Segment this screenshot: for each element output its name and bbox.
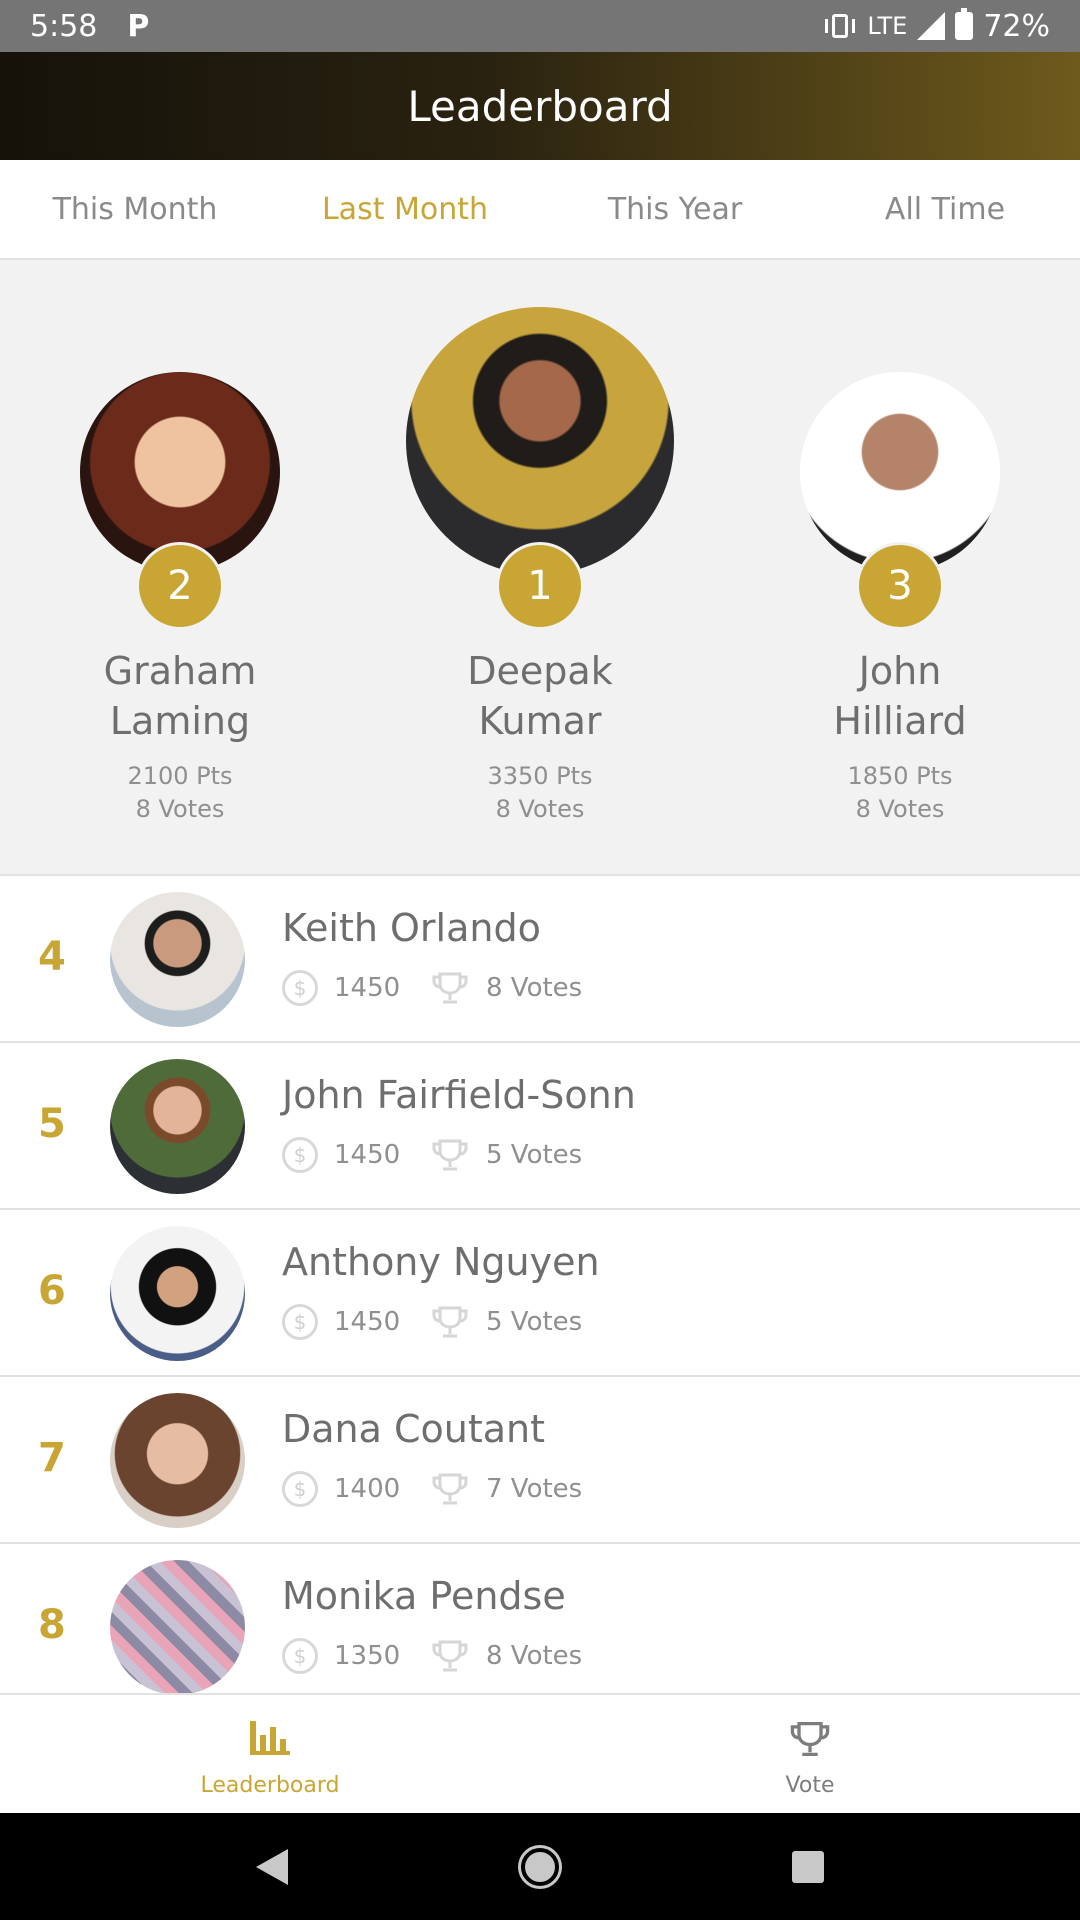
points-value: 1450 [334,1140,401,1170]
list-item[interactable]: 7 Dana Coutant $ 1400 7 Votes [0,1377,1080,1544]
rank-number: 5 [38,1101,66,1147]
recent-apps-icon[interactable] [791,1850,824,1883]
tab-this-month[interactable]: This Month [0,192,270,227]
app-header: Leaderboard [0,52,1080,160]
battery-percent: 72% [983,8,1050,44]
home-icon[interactable] [520,1847,559,1886]
system-nav-bar [0,1813,1080,1920]
avatar[interactable] [110,1226,245,1361]
votes-text: 8 Votes [135,795,225,823]
rank-badge: 3 [856,542,944,630]
user-stats: $ 1400 7 Votes [282,1469,582,1509]
tab-all-time[interactable]: All Time [810,192,1080,227]
points-text: 1850 Pts [847,762,953,790]
rank-number: 6 [38,1268,66,1314]
podium-name: Graham Laming [0,646,360,746]
user-stats: $ 1450 5 Votes [282,1302,582,1342]
page-title: Leaderboard [407,81,673,131]
trophy-icon [790,1721,830,1757]
avatar[interactable] [110,892,245,1027]
votes-text: 8 Votes [855,795,945,823]
user-stats: $ 1450 8 Votes [282,968,582,1008]
network-type: LTE [867,12,908,40]
points-value: 1450 [334,1307,401,1337]
user-stats: $ 1450 5 Votes [282,1135,582,1175]
nav-vote[interactable]: Vote [540,1695,1080,1813]
bottom-nav: Leaderboard Vote [0,1693,1080,1813]
rank-number: 4 [38,934,66,980]
period-tabs: This Month Last Month This Year All Time [0,160,1080,260]
trophy-icon [432,972,468,1004]
leaderboard-list: 4 Keith Orlando $ 1450 8 Votes 5 John Fa… [0,876,1080,1711]
nav-leaderboard[interactable]: Leaderboard [0,1695,540,1813]
avatar[interactable] [110,1393,245,1528]
tab-this-year[interactable]: This Year [540,192,810,227]
rank-badge: 1 [496,542,584,630]
coin-icon: $ [282,1137,318,1173]
user-name: Monika Pendse [282,1574,566,1618]
trophy-icon [432,1473,468,1505]
vibrate-icon [823,12,857,40]
user-name: John Fairfield-Sonn [282,1073,636,1117]
tab-last-month[interactable]: Last Month [270,192,540,227]
list-item[interactable]: 8 Monika Pendse $ 1350 8 Votes [0,1544,1080,1711]
votes-value: 5 Votes [486,1140,583,1170]
trophy-icon [432,1640,468,1672]
rank-number: 8 [38,1602,66,1648]
parking-icon: P [127,8,150,44]
list-item[interactable]: 5 John Fairfield-Sonn $ 1450 5 Votes [0,1043,1080,1210]
podium-name: John Hilliard [720,646,1080,746]
status-bar: 5:58 P LTE 72% [0,0,1080,52]
points-value: 1450 [334,973,401,1003]
votes-value: 8 Votes [486,973,583,1003]
list-item[interactable]: 6 Anthony Nguyen $ 1450 5 Votes [0,1210,1080,1377]
user-stats: $ 1350 8 Votes [282,1636,582,1676]
signal-icon [917,12,946,40]
user-name: Dana Coutant [282,1407,546,1451]
back-icon[interactable] [256,1848,289,1885]
last-name: Laming [109,699,251,743]
bar-chart-icon [250,1721,290,1755]
avatar[interactable] [110,1059,245,1194]
first-name: Graham [103,649,257,693]
trophy-icon [432,1139,468,1171]
coin-icon: $ [282,970,318,1006]
points-text: 3350 Pts [487,762,593,790]
avatar[interactable] [110,1560,245,1695]
status-time: 5:58 [30,8,98,44]
votes-value: 8 Votes [486,1641,583,1671]
votes-text: 8 Votes [495,795,585,823]
user-name: Keith Orlando [282,906,541,950]
podium: 2 Graham Laming 2100 Pts 8 Votes 1 Deepa… [0,262,1080,876]
votes-value: 5 Votes [486,1307,583,1337]
coin-icon: $ [282,1638,318,1674]
list-item[interactable]: 4 Keith Orlando $ 1450 8 Votes [0,876,1080,1043]
trophy-icon [432,1306,468,1338]
coin-icon: $ [282,1304,318,1340]
battery-icon [955,8,974,40]
podium-stats: 2100 Pts 8 Votes [0,760,360,826]
first-name: Deepak [467,649,613,693]
last-name: Kumar [478,699,602,743]
rank-badge: 2 [136,542,224,630]
votes-value: 7 Votes [486,1474,583,1504]
points-value: 1350 [334,1641,401,1671]
avatar[interactable] [406,307,674,575]
podium-stats: 3350 Pts 8 Votes [360,760,720,826]
nav-label: Vote [785,1773,835,1798]
points-text: 2100 Pts [127,762,233,790]
first-name: John [858,649,942,693]
podium-stats: 1850 Pts 8 Votes [720,760,1080,826]
screen: 5:58 P LTE 72% Leaderboard This Month La… [0,0,1080,1920]
nav-label: Leaderboard [200,1773,340,1798]
rank-number: 7 [38,1435,66,1481]
last-name: Hilliard [833,699,967,743]
points-value: 1400 [334,1474,401,1504]
podium-name: Deepak Kumar [360,646,720,746]
coin-icon: $ [282,1471,318,1507]
user-name: Anthony Nguyen [282,1240,600,1284]
